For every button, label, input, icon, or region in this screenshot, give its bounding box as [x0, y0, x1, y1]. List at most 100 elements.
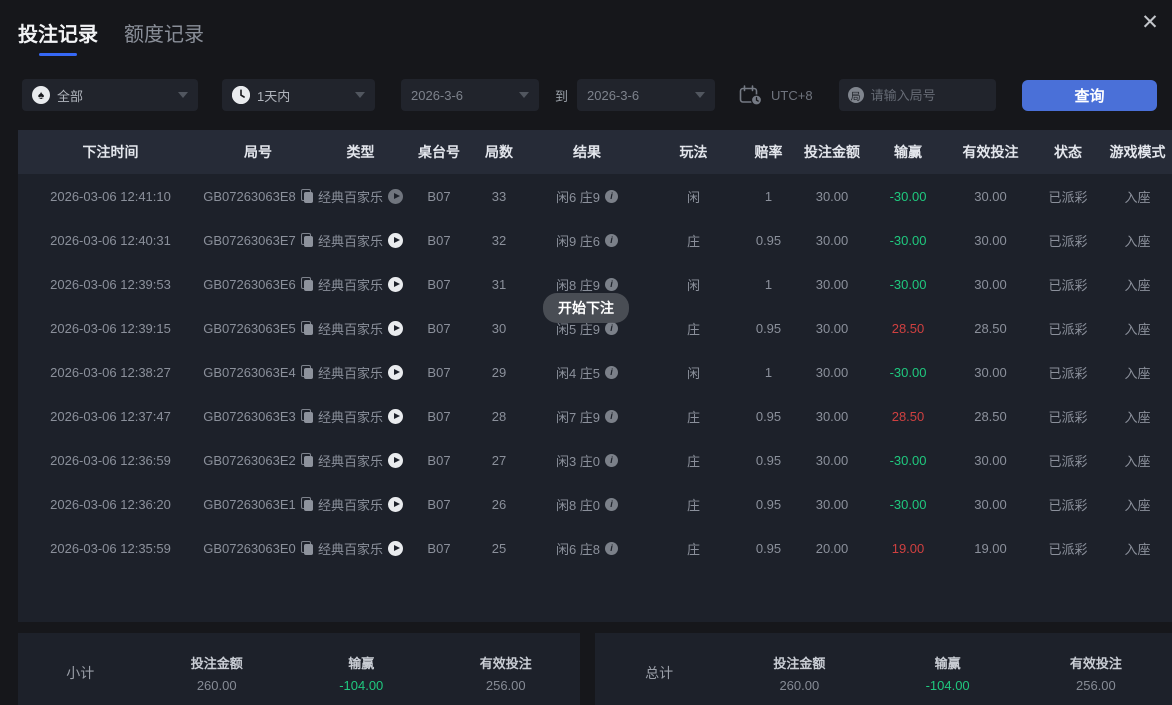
to-label: 到: [555, 88, 569, 104]
play-icon[interactable]: [388, 188, 403, 204]
win-loss: 19.00: [891, 540, 925, 556]
date-to-value: 2026-3-6: [587, 87, 640, 103]
info-icon[interactable]: i: [605, 541, 619, 555]
info-icon[interactable]: i: [605, 409, 619, 423]
copy-icon[interactable]: [300, 453, 313, 467]
info-icon[interactable]: i: [605, 277, 619, 291]
result-cell: 闲7 庄9 i: [528, 407, 646, 426]
bet-time: 2026-03-06 12:39:15: [50, 320, 171, 336]
valid-bet: 30.00: [974, 276, 1007, 292]
tab-quota-records[interactable]: 额度记录: [124, 18, 204, 56]
valid-bet: 30.00: [974, 496, 1007, 512]
odds: 1: [764, 188, 773, 204]
win-loss: -30.00: [889, 496, 927, 512]
table-row: 2026-03-06 12:37:47 GB07263063E3 经典百家乐 B…: [18, 394, 1172, 438]
play-side: 庄: [686, 497, 700, 513]
round-id: GB07263063E4: [203, 364, 296, 380]
play-side: 庄: [686, 409, 700, 425]
game-type: 经典百家乐: [317, 497, 383, 513]
status: 已派彩: [1048, 189, 1088, 205]
close-icon[interactable]: ✕: [1136, 8, 1164, 36]
play-side: 庄: [686, 541, 700, 557]
round-count: 28: [491, 408, 507, 424]
copy-icon[interactable]: [300, 497, 313, 511]
timezone-label: UTC+8: [771, 87, 813, 103]
filter-bar: ♠ 全部 1天内 2026-3-6 到 2026-3-6 UTC+8 局 请输入…: [22, 79, 1157, 111]
total-label: 总计: [645, 665, 674, 681]
round-id-cell: GB07263063E6: [203, 277, 313, 292]
play-icon[interactable]: [388, 276, 403, 292]
round-id-cell: GB07263063E2: [203, 453, 313, 468]
win-loss: -30.00: [889, 276, 927, 292]
valid-bet: 30.00: [974, 364, 1007, 380]
copy-icon[interactable]: [300, 321, 313, 335]
table-number: B07: [427, 320, 451, 336]
info-icon[interactable]: i: [605, 365, 619, 379]
copy-icon[interactable]: [300, 365, 313, 379]
result-value: 闲7 庄9: [555, 409, 601, 425]
result-value: 闲8 庄9: [555, 277, 601, 293]
game-mode: 入座: [1124, 321, 1151, 337]
play-icon[interactable]: [388, 232, 403, 248]
game-mode: 入座: [1124, 189, 1151, 205]
time-range-select[interactable]: 1天内: [222, 79, 375, 111]
result-cell: 闲4 庄5 i: [528, 363, 646, 382]
play-icon[interactable]: [388, 496, 403, 512]
copy-icon[interactable]: [300, 409, 313, 423]
search-button[interactable]: 查询: [1022, 79, 1157, 111]
copy-icon[interactable]: [300, 189, 313, 203]
win-loss: 28.50: [891, 408, 925, 424]
round-id-cell: GB07263063E7: [203, 233, 313, 248]
bet-time: 2026-03-06 12:41:10: [50, 188, 171, 204]
play-icon[interactable]: [388, 364, 403, 380]
date-from-select[interactable]: 2026-3-6: [401, 79, 539, 111]
valid-bet: 28.50: [974, 408, 1007, 424]
status: 已派彩: [1048, 321, 1088, 337]
play-side: 闲: [686, 365, 700, 381]
info-icon[interactable]: i: [605, 189, 619, 203]
info-icon[interactable]: i: [605, 497, 619, 511]
bet-time: 2026-03-06 12:36:20: [50, 496, 171, 512]
game-type: 经典百家乐: [317, 409, 383, 425]
play-icon[interactable]: [388, 540, 403, 556]
table-number: B07: [427, 276, 451, 292]
copy-icon[interactable]: [300, 541, 313, 555]
game-type-cell: 经典百家乐: [313, 319, 408, 338]
game-type: 经典百家乐: [317, 277, 383, 293]
info-icon[interactable]: i: [605, 233, 619, 247]
table-row: 2026-03-06 12:41:10 GB07263063E8 经典百家乐 B…: [18, 174, 1172, 218]
play-icon[interactable]: [388, 452, 403, 468]
game-type-value: 全部: [57, 88, 84, 104]
toast-start-betting: 开始下注: [543, 293, 629, 323]
chevron-down-icon: [355, 92, 365, 98]
play-icon[interactable]: [388, 320, 403, 336]
round-id-cell: GB07263063E0: [203, 541, 313, 556]
play-icon[interactable]: [388, 408, 403, 424]
bet-time: 2026-03-06 12:38:27: [50, 364, 171, 380]
win-loss: -30.00: [889, 188, 927, 204]
play-side: 庄: [686, 321, 700, 337]
win-loss: 28.50: [891, 320, 925, 336]
round-count: 26: [491, 496, 507, 512]
game-type-select[interactable]: ♠ 全部: [22, 79, 198, 111]
round-id-cell: GB07263063E4: [203, 365, 313, 380]
column-header: 投注金额: [804, 144, 860, 160]
table-number: B07: [427, 408, 451, 424]
result-cell: 闲8 庄9 i: [528, 275, 646, 294]
tab-bet-records[interactable]: 投注记录: [18, 18, 98, 56]
info-icon[interactable]: i: [605, 321, 619, 335]
play-side: 庄: [686, 453, 700, 469]
total-panel: 总计 投注金额 260.00 输赢 -104.00 有效投注 256.00: [595, 633, 1172, 705]
table-number: B07: [427, 540, 451, 556]
copy-icon[interactable]: [300, 233, 313, 247]
valid-bet: 30.00: [974, 452, 1007, 468]
round-id: GB07263063E7: [203, 232, 296, 248]
copy-icon[interactable]: [300, 277, 313, 291]
round-input[interactable]: [870, 87, 987, 103]
odds: 1: [764, 276, 773, 292]
result-value: 闲6 庄8: [555, 541, 601, 557]
subtotal-panel: 小计 投注金额 260.00 输赢 -104.00 有效投注 256.00: [18, 633, 580, 705]
subtotal-label: 小计: [66, 665, 95, 681]
info-icon[interactable]: i: [605, 453, 619, 467]
date-to-select[interactable]: 2026-3-6: [577, 79, 716, 111]
